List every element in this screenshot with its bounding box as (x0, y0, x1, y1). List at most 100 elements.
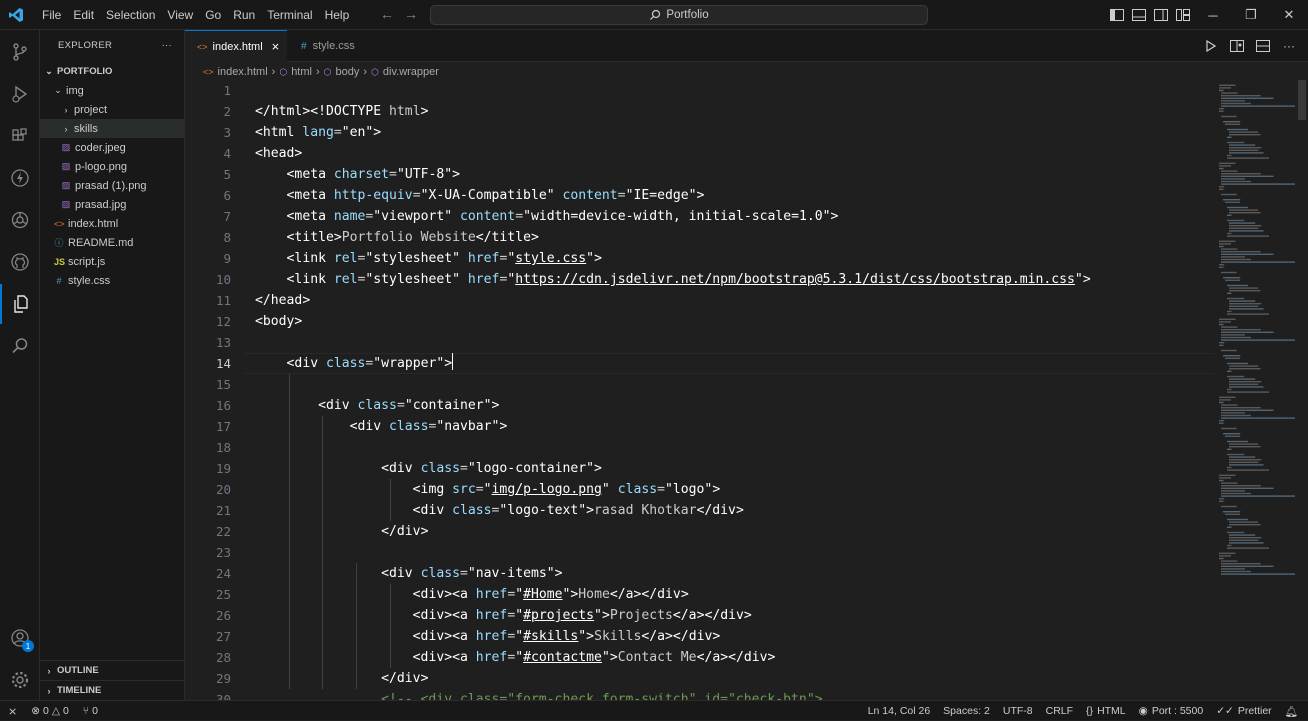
breadcrumb-item[interactable]: index.html (218, 66, 268, 78)
code-line[interactable]: 19 <div class="logo-container"> (185, 458, 1215, 479)
toggle-secondary-sidebar-icon[interactable] (1150, 0, 1172, 30)
more-actions-icon[interactable]: ··· (162, 40, 172, 51)
explorer-icon[interactable] (0, 284, 40, 324)
folder-root-portfolio[interactable]: ⌄ PORTFOLIO (40, 62, 184, 81)
run-play-icon[interactable] (1200, 31, 1222, 61)
close-window-icon[interactable]: ✕ (1270, 0, 1308, 30)
split-editor-icon[interactable] (1252, 31, 1274, 61)
code-line[interactable]: 8 <title>Portfolio Website</title> (185, 227, 1215, 248)
breadcrumb-item[interactable]: div.wrapper (383, 66, 439, 78)
code-line[interactable]: 17 <div class="navbar"> (185, 416, 1215, 437)
run-debug-icon[interactable] (0, 74, 40, 114)
remote-icon[interactable]: ⨯ (8, 705, 17, 718)
close-tab-icon[interactable]: × (272, 39, 280, 54)
tree-item-p-logo-png[interactable]: ▨ p-logo.png (40, 157, 184, 176)
code-line[interactable]: 4 <head> (185, 143, 1215, 164)
code-line[interactable]: 23 (185, 542, 1215, 563)
forward-arrow-icon[interactable]: → (404, 6, 418, 22)
menu-selection[interactable]: Selection (100, 0, 161, 30)
source-control-icon[interactable] (0, 32, 40, 72)
code-line[interactable]: 15 (185, 374, 1215, 395)
more-actions-icon[interactable]: ··· (1278, 31, 1300, 61)
ports-status[interactable]: ⑂ 0 (83, 705, 98, 717)
code-line[interactable]: 3 <html lang="en"> (185, 122, 1215, 143)
code-line[interactable]: 18 (185, 437, 1215, 458)
minimize-icon[interactable]: ─ (1194, 0, 1232, 30)
code-line[interactable]: 26 <div><a href="#projects">Projects</a>… (185, 605, 1215, 626)
minimap[interactable] (1215, 80, 1295, 580)
thunder-client-icon[interactable] (0, 158, 40, 198)
menu-edit[interactable]: Edit (67, 0, 100, 30)
extensions-icon[interactable] (0, 116, 40, 156)
tree-item-prasad-jpg[interactable]: ▨ prasad.jpg (40, 195, 184, 214)
tree-item-prasad-1-png[interactable]: ▨ prasad (1).png (40, 176, 184, 195)
code-line[interactable]: 30 <!-- <div class="form-check form-swit… (185, 689, 1215, 700)
tree-item-readme-md[interactable]: ⓘ README.md (40, 233, 184, 252)
tree-item-img[interactable]: ⌄ img (40, 81, 184, 100)
toggle-panel-icon[interactable] (1128, 0, 1150, 30)
customize-layout-icon[interactable] (1172, 0, 1194, 30)
toggle-primary-sidebar-icon[interactable] (1106, 0, 1128, 30)
code-line[interactable]: 22 </div> (185, 521, 1215, 542)
code-editor[interactable]: 1 2 </html><!DOCTYPE html> 3 <html lang="en"… (185, 80, 1215, 700)
breadcrumb-item[interactable]: body (336, 66, 360, 78)
code-line[interactable]: 7 <meta name="viewport" content="width=d… (185, 206, 1215, 227)
code-line[interactable]: 27 <div><a href="#skills">Skills</a></di… (185, 626, 1215, 647)
code-line[interactable]: 12 <body> (185, 311, 1215, 332)
breadcrumb-item[interactable]: html (291, 66, 312, 78)
code-line[interactable]: 13 (185, 332, 1215, 353)
eol-status[interactable]: CRLF (1046, 705, 1073, 717)
code-line[interactable]: 20 <img src="img/p-logo.png" class="logo… (185, 479, 1215, 500)
restore-icon[interactable]: ❐ (1232, 0, 1270, 30)
code-line[interactable]: 25 <div><a href="#Home">Home</a></div> (185, 584, 1215, 605)
code-line[interactable]: 11 </head> (185, 290, 1215, 311)
tree-item-skills[interactable]: › skills (40, 119, 184, 138)
cursor-position[interactable]: Ln 14, Col 26 (868, 705, 930, 717)
menu-file[interactable]: File (36, 0, 67, 30)
minimap-line (1221, 170, 1238, 172)
code-line[interactable]: 24 <div class="nav-items"> (185, 563, 1215, 584)
command-center[interactable]: Portfolio (430, 5, 928, 25)
search-view-icon[interactable] (0, 326, 40, 366)
code-line[interactable]: 21 <div class="logo-text">rasad Khotkar<… (185, 500, 1215, 521)
tree-item-style-css[interactable]: # style.css (40, 271, 184, 290)
open-preview-icon[interactable] (1226, 31, 1248, 61)
code-line[interactable]: 6 <meta http-equiv="X-UA-Compatible" con… (185, 185, 1215, 206)
vertical-scrollbar[interactable] (1296, 80, 1308, 700)
code-line[interactable]: 1 (185, 80, 1215, 101)
tree-item-project[interactable]: › project (40, 100, 184, 119)
outline-section[interactable]: › OUTLINE (40, 660, 185, 680)
copilot-icon[interactable] (0, 200, 40, 240)
code-line[interactable]: 14 <div class="wrapper"> (185, 353, 1215, 374)
code-line[interactable]: 29 </div> (185, 668, 1215, 689)
tree-item-coder-jpeg[interactable]: ▨ coder.jpeg (40, 138, 184, 157)
problems-status[interactable]: ⊗ 0 △ 0 (31, 705, 69, 717)
menu-help[interactable]: Help (319, 0, 356, 30)
tab-style-css[interactable]: # style.css (287, 30, 367, 62)
language-status[interactable]: {} HTML (1086, 705, 1126, 717)
timeline-section[interactable]: › TIMELINE (40, 680, 185, 700)
manage-gear-icon[interactable] (0, 660, 40, 700)
encoding-status[interactable]: UTF-8 (1003, 705, 1033, 717)
notifications-bell-icon[interactable]: 🔔︎ (1285, 705, 1298, 718)
tree-item-index-html[interactable]: <> index.html (40, 214, 184, 233)
prettier-status[interactable]: ✓✓ Prettier (1216, 705, 1271, 717)
menu-run[interactable]: Run (227, 0, 261, 30)
menu-go[interactable]: Go (199, 0, 227, 30)
tab-index-html[interactable]: <> index.html × (185, 30, 287, 62)
github-icon[interactable] (0, 242, 40, 282)
code-text: <div class="wrapper"> (255, 353, 454, 374)
accounts-icon[interactable]: 1 (0, 618, 40, 658)
code-line[interactable]: 10 <link rel="stylesheet" href="https://… (185, 269, 1215, 290)
code-line[interactable]: 5 <meta charset="UTF-8"> (185, 164, 1215, 185)
code-line[interactable]: 2 </html><!DOCTYPE html> (185, 101, 1215, 122)
code-line[interactable]: 28 <div><a href="#contactme">Contact Me<… (185, 647, 1215, 668)
menu-view[interactable]: View (161, 0, 199, 30)
back-arrow-icon[interactable]: ← (380, 6, 394, 22)
indentation-status[interactable]: Spaces: 2 (943, 705, 990, 717)
menu-terminal[interactable]: Terminal (261, 0, 318, 30)
code-line[interactable]: 16 <div class="container"> (185, 395, 1215, 416)
tree-item-script-js[interactable]: JS script.js (40, 252, 184, 271)
live-server-status[interactable]: ◉ Port : 5500 (1139, 705, 1204, 717)
code-line[interactable]: 9 <link rel="stylesheet" href="style.css… (185, 248, 1215, 269)
